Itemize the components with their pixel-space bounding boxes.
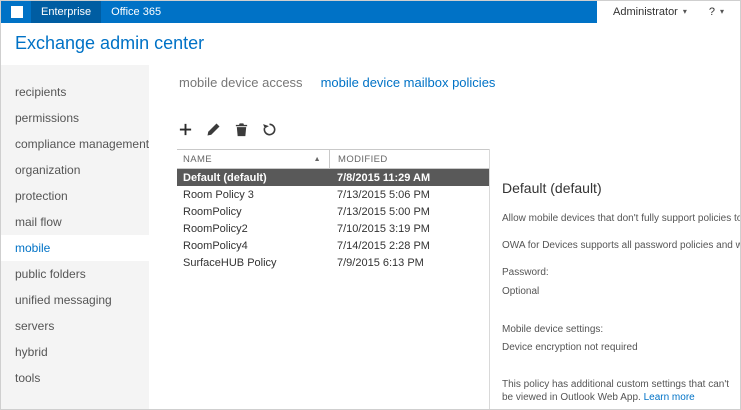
sidebar-item-unified-messaging[interactable]: unified messaging [1, 287, 149, 313]
sidebar-item-recipients[interactable]: recipients [1, 79, 149, 105]
custom-settings-note: This policy has additional custom settin… [502, 378, 740, 405]
topnav-enterprise[interactable]: Enterprise [31, 1, 101, 23]
chevron-down-icon: ▾ [720, 8, 724, 16]
column-header-modified[interactable]: MODIFIED [329, 150, 489, 168]
exchange-admin-window: Enterprise Office 365 Administrator ▾ ? … [0, 0, 741, 410]
sidebar-item-tools[interactable]: tools [1, 365, 149, 391]
cell-policy-name: Default (default) [177, 172, 329, 184]
help-menu[interactable]: ? ▾ [709, 6, 724, 18]
sidebar-item-protection[interactable]: protection [1, 183, 149, 209]
sidebar-item-public-folders[interactable]: public folders [1, 261, 149, 287]
add-icon[interactable] [177, 121, 194, 138]
details-description-2: OWA for Devices supports all password po… [502, 239, 740, 253]
details-divider [489, 149, 490, 409]
toolbar [177, 121, 278, 138]
sidebar-item-servers[interactable]: servers [1, 313, 149, 339]
user-menu-label: Administrator [613, 6, 678, 18]
details-title: Default (default) [502, 179, 740, 198]
sidebar-item-compliance-management[interactable]: compliance management [1, 131, 149, 157]
table-row[interactable]: SurfaceHUB Policy7/9/2015 6:13 PM [177, 254, 489, 271]
details-description-1: Allow mobile devices that don't fully su… [502, 212, 740, 226]
office-logo-icon [11, 6, 23, 18]
sidebar-item-permissions[interactable]: permissions [1, 105, 149, 131]
column-header-name[interactable]: NAME ▲ [177, 150, 329, 168]
topbar-right: Administrator ▾ ? ▾ [597, 1, 740, 23]
table-row[interactable]: Room Policy 37/13/2015 5:06 PM [177, 186, 489, 203]
edit-icon[interactable] [205, 121, 222, 138]
tab-mobile-device-access[interactable]: mobile device access [179, 75, 303, 90]
policy-table-body: Default (default)7/8/2015 11:29 AMRoom P… [177, 169, 489, 271]
cell-modified-date: 7/9/2015 6:13 PM [329, 257, 489, 269]
sidebar-item-mail-flow[interactable]: mail flow [1, 209, 149, 235]
table-row[interactable]: RoomPolicy7/13/2015 5:00 PM [177, 203, 489, 220]
password-label: Password: [502, 266, 740, 280]
learn-more-link[interactable]: Learn more [644, 392, 695, 403]
sidebar-item-organization[interactable]: organization [1, 157, 149, 183]
help-icon: ? [709, 6, 715, 18]
cell-modified-date: 7/10/2015 3:19 PM [329, 223, 489, 235]
cell-modified-date: 7/13/2015 5:06 PM [329, 189, 489, 201]
tab-mobile-device-mailbox-policies[interactable]: mobile device mailbox policies [321, 75, 496, 90]
main-content: mobile device access mobile device mailb… [149, 65, 740, 409]
table-row[interactable]: RoomPolicy47/14/2015 2:28 PM [177, 237, 489, 254]
refresh-icon[interactable] [261, 121, 278, 138]
sort-asc-icon: ▲ [314, 150, 321, 170]
table-row[interactable]: RoomPolicy27/10/2015 3:19 PM [177, 220, 489, 237]
cell-policy-name: RoomPolicy2 [177, 223, 329, 235]
sidebar-nav: recipientspermissionscompliance manageme… [1, 65, 149, 409]
sidebar-item-hybrid[interactable]: hybrid [1, 339, 149, 365]
table-row[interactable]: Default (default)7/8/2015 11:29 AM [177, 169, 489, 186]
device-settings-label: Mobile device settings: [502, 323, 740, 337]
delete-icon[interactable] [233, 121, 250, 138]
cell-modified-date: 7/14/2015 2:28 PM [329, 240, 489, 252]
cell-policy-name: Room Policy 3 [177, 189, 329, 201]
details-pane: Default (default) Allow mobile devices t… [502, 149, 740, 409]
tab-bar: mobile device access mobile device mailb… [179, 75, 495, 90]
cell-modified-date: 7/13/2015 5:00 PM [329, 206, 489, 218]
chevron-down-icon: ▾ [683, 8, 687, 16]
top-bar: Enterprise Office 365 Administrator ▾ ? … [1, 1, 740, 23]
device-settings-value: Device encryption not required [502, 341, 740, 355]
topbar-spacer [171, 1, 597, 23]
app-header: Exchange admin center [1, 23, 740, 65]
cell-policy-name: SurfaceHUB Policy [177, 257, 329, 269]
policy-table: NAME ▲ MODIFIED Default (default)7/8/201… [177, 149, 489, 271]
cell-policy-name: RoomPolicy [177, 206, 329, 218]
topnav-office-365[interactable]: Office 365 [101, 1, 171, 23]
sidebar-item-mobile[interactable]: mobile [1, 235, 149, 261]
page-title: Exchange admin center [15, 33, 204, 54]
user-menu[interactable]: Administrator ▾ [613, 6, 687, 18]
table-header: NAME ▲ MODIFIED [177, 149, 489, 169]
cell-policy-name: RoomPolicy4 [177, 240, 329, 252]
password-value: Optional [502, 285, 740, 299]
cell-modified-date: 7/8/2015 11:29 AM [329, 172, 489, 184]
